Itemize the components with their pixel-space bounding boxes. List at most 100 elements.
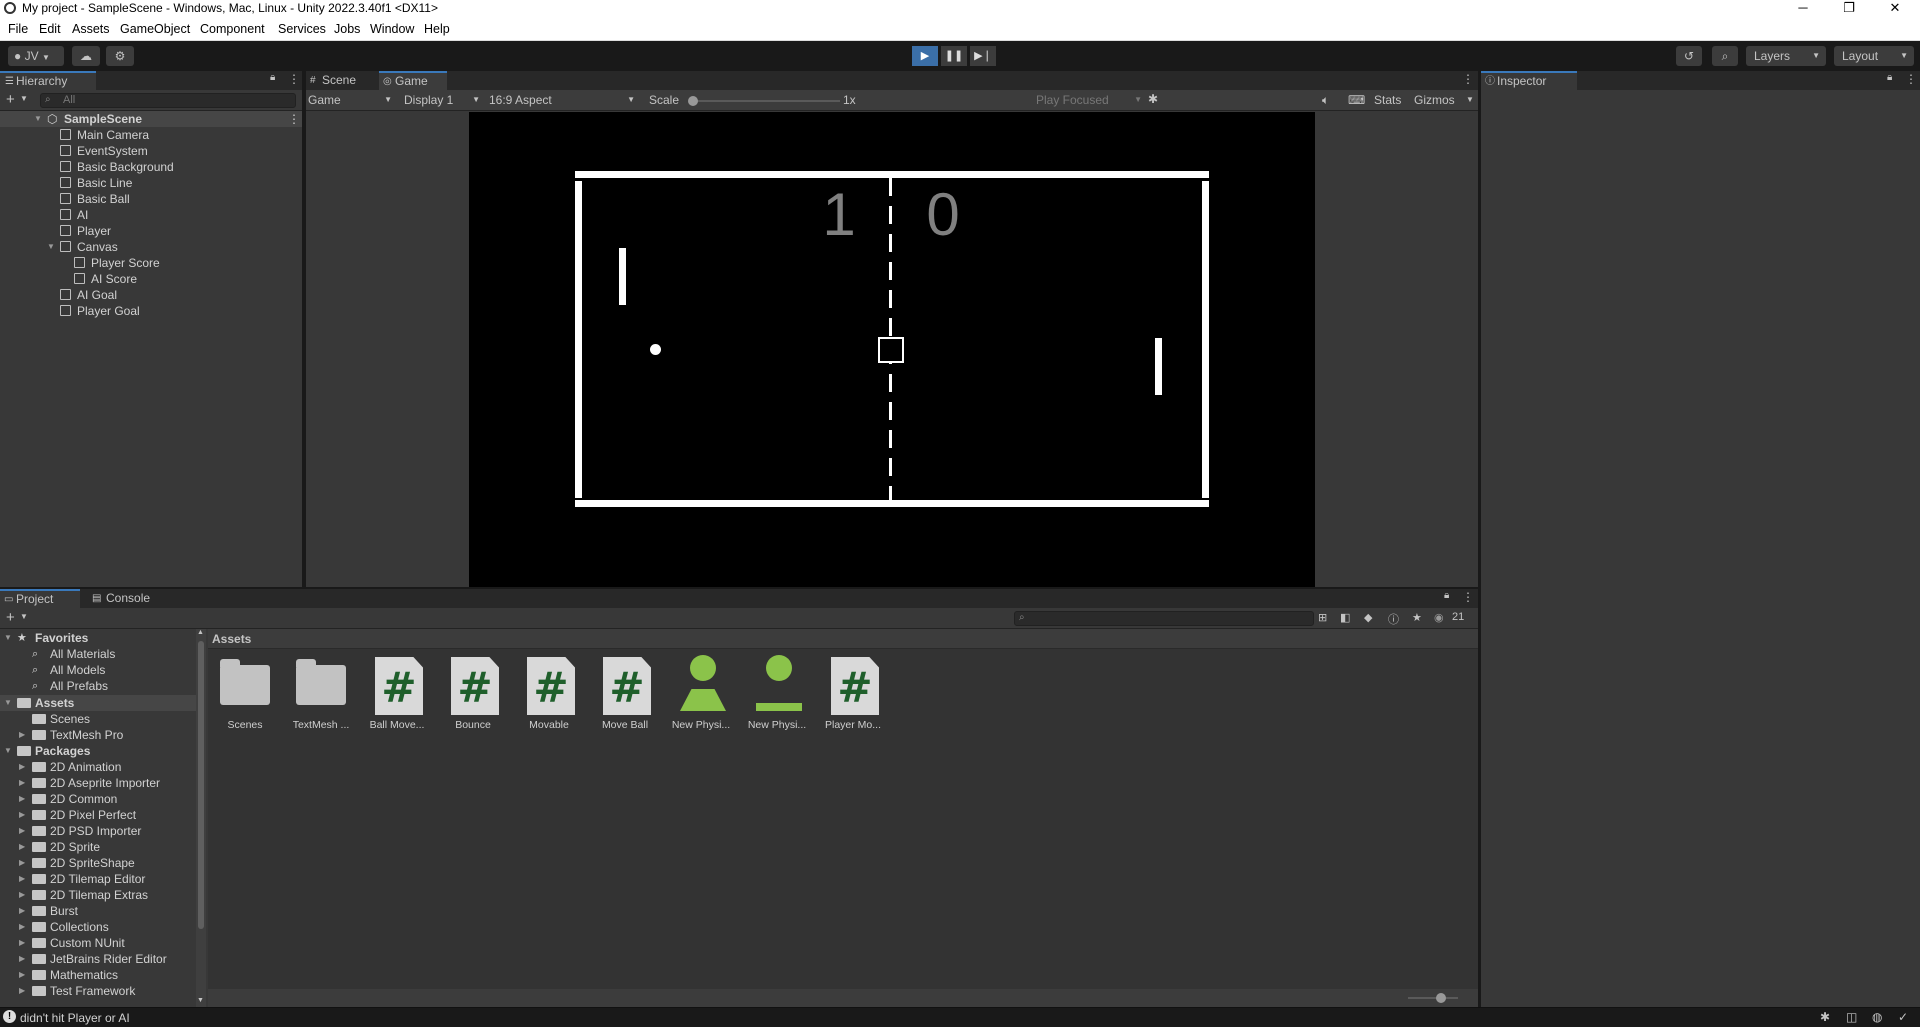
close-button[interactable]: ✕ [1872, 0, 1918, 17]
tree-package-item[interactable]: ▶ 2D Common [0, 791, 196, 807]
display-dropdown[interactable]: Display 1 ▼ [404, 92, 484, 108]
expand-arrow-icon[interactable]: ▼ [47, 239, 55, 255]
status-message[interactable]: didn't hit Player or AI [20, 1011, 130, 1025]
auto-refresh-icon[interactable]: ✓ [1898, 1010, 1908, 1024]
hierarchy-item[interactable]: AI Score [0, 271, 302, 287]
kebab-menu-icon[interactable]: ⋮ [288, 111, 300, 127]
info-icon[interactable]: ! [3, 1010, 16, 1023]
play-button[interactable]: ▶ [912, 46, 938, 66]
tree-favorites[interactable]: ▼ ★ Favorites [0, 630, 196, 646]
hierarchy-item[interactable]: ▼ Canvas [0, 239, 302, 255]
menu-services[interactable]: Services [278, 22, 326, 36]
add-icon[interactable]: + [6, 91, 15, 108]
collapsed-arrow-icon[interactable]: ▶ [19, 823, 25, 839]
collapsed-arrow-icon[interactable]: ▶ [19, 727, 25, 743]
lock-icon[interactable]: 🔒︎ [270, 72, 275, 83]
expand-arrow-icon[interactable]: ▼ [4, 695, 12, 711]
scroll-up-icon[interactable]: ▲ [197, 629, 204, 636]
collapsed-arrow-icon[interactable]: ▶ [19, 951, 25, 967]
tree-favorite-item[interactable]: ⌕ All Prefabs [0, 678, 196, 694]
hierarchy-item[interactable]: Basic Ball [0, 191, 302, 207]
scale-slider-handle[interactable] [688, 96, 698, 106]
kebab-menu-icon[interactable]: ⋮ [288, 72, 300, 86]
menu-edit[interactable]: Edit [39, 22, 61, 36]
add-icon[interactable]: + [6, 609, 15, 626]
menu-help[interactable]: Help [424, 22, 450, 36]
history-icon[interactable]: ↺ [1676, 46, 1702, 66]
hierarchy-scene-row[interactable]: ▼ ⬡ SampleScene ⋮ [0, 111, 302, 127]
hierarchy-item[interactable]: EventSystem [0, 143, 302, 159]
tree-package-item[interactable]: ▶ JetBrains Rider Editor [0, 951, 196, 967]
tab-scene[interactable]: # Scene [306, 71, 378, 90]
stats-button[interactable]: Stats [1374, 93, 1401, 107]
tab-console[interactable]: ▤ Console [88, 589, 168, 608]
menu-assets[interactable]: Assets [72, 22, 110, 36]
tree-assets-item[interactable]: Scenes [0, 711, 196, 727]
chevron-down-icon[interactable]: ▼ [1466, 95, 1474, 104]
progress-icon[interactable]: ◫ [1846, 1010, 1857, 1024]
tab-hierarchy[interactable]: ☰ Hierarchy [0, 71, 96, 90]
tree-package-item[interactable]: ▶ 2D Tilemap Extras [0, 887, 196, 903]
filter-type-icon[interactable]: ◧ [1340, 611, 1350, 624]
play-focused-dropdown[interactable]: Play Focused ▼ [1036, 92, 1146, 108]
tab-game[interactable]: ◎ Game [379, 71, 447, 90]
cache-icon[interactable]: ◍ [1872, 1010, 1882, 1024]
chevron-down-icon[interactable]: ▼ [20, 612, 28, 621]
collapsed-arrow-icon[interactable]: ▶ [19, 759, 25, 775]
hierarchy-item[interactable]: Player Score [0, 255, 302, 271]
collapsed-arrow-icon[interactable]: ▶ [19, 839, 25, 855]
audio-icon[interactable]: 🔈︎ [1322, 93, 1329, 108]
hierarchy-item[interactable]: Player [0, 223, 302, 239]
asset-item[interactable]: TextMesh ... [290, 653, 352, 737]
layers-dropdown[interactable]: Layers ▼ [1746, 46, 1826, 66]
step-button[interactable]: ▶❘ [970, 46, 996, 66]
menu-gameobject[interactable]: GameObject [120, 22, 190, 36]
menu-jobs[interactable]: Jobs [334, 22, 360, 36]
hierarchy-item[interactable]: AI [0, 207, 302, 223]
aspect-dropdown[interactable]: 16:9 Aspect ▼ [485, 92, 639, 108]
menu-file[interactable]: File [8, 22, 28, 36]
tree-scrollbar[interactable]: ▲ ▼ [196, 629, 206, 1007]
asset-item[interactable]: # Move Ball [594, 653, 656, 737]
collapsed-arrow-icon[interactable]: ▶ [19, 807, 25, 823]
scrollbar-thumb[interactable] [198, 641, 204, 929]
search-icon[interactable]: ⌕ [1712, 46, 1738, 66]
hierarchy-item[interactable]: Basic Background [0, 159, 302, 175]
tree-package-item[interactable]: ▶ 2D Animation [0, 759, 196, 775]
tree-package-item[interactable]: ▶ 2D Pixel Perfect [0, 807, 196, 823]
star-icon[interactable]: ★ [1412, 611, 1422, 624]
tree-package-item[interactable]: ▶ 2D Aseprite Importer [0, 775, 196, 791]
tree-assets[interactable]: ▼ Assets [0, 695, 196, 711]
hierarchy-item[interactable]: Basic Line [0, 175, 302, 191]
minimize-button[interactable]: ─ [1780, 0, 1826, 17]
layout-dropdown[interactable]: Layout ▼ [1834, 46, 1914, 66]
asset-item[interactable]: # Ball Move... [366, 653, 428, 737]
tree-favorite-item[interactable]: ⌕ All Materials [0, 646, 196, 662]
kebab-menu-icon[interactable]: ⋮ [1905, 72, 1917, 86]
tree-package-item[interactable]: ▶ 2D Sprite [0, 839, 196, 855]
maximize-button[interactable]: ❐ [1826, 0, 1872, 17]
bug-icon[interactable]: ✱ [1148, 92, 1158, 106]
hierarchy-item[interactable]: Main Camera [0, 127, 302, 143]
pause-button[interactable]: ❚❚ [941, 46, 967, 66]
tree-package-item[interactable]: ▶ 2D PSD Importer [0, 823, 196, 839]
asset-item[interactable]: # Bounce [442, 653, 504, 737]
tree-package-item[interactable]: ▶ Mathematics [0, 967, 196, 983]
expand-arrow-icon[interactable]: ▼ [4, 743, 12, 759]
asset-item[interactable]: # Movable [518, 653, 580, 737]
search-by-type-icon[interactable]: ⊞ [1318, 611, 1327, 624]
asset-item[interactable]: New Physi... [670, 653, 732, 737]
collapsed-arrow-icon[interactable]: ▶ [19, 903, 25, 919]
tree-package-item[interactable]: ▶ 2D Tilemap Editor [0, 871, 196, 887]
hierarchy-item[interactable]: Player Goal [0, 303, 302, 319]
hierarchy-item[interactable]: AI Goal [0, 287, 302, 303]
icon-size-slider[interactable] [1408, 993, 1458, 1003]
asset-item[interactable]: New Physi... [746, 653, 808, 737]
expand-arrow-icon[interactable]: ▼ [4, 630, 12, 646]
tree-packages[interactable]: ▼ Packages [0, 743, 196, 759]
collapsed-arrow-icon[interactable]: ▶ [19, 855, 25, 871]
hierarchy-search-input[interactable]: ⌕ All [40, 93, 296, 108]
collapsed-arrow-icon[interactable]: ▶ [19, 919, 25, 935]
lock-icon[interactable]: 🔒︎ [1444, 590, 1449, 601]
scale-slider[interactable] [688, 96, 840, 106]
